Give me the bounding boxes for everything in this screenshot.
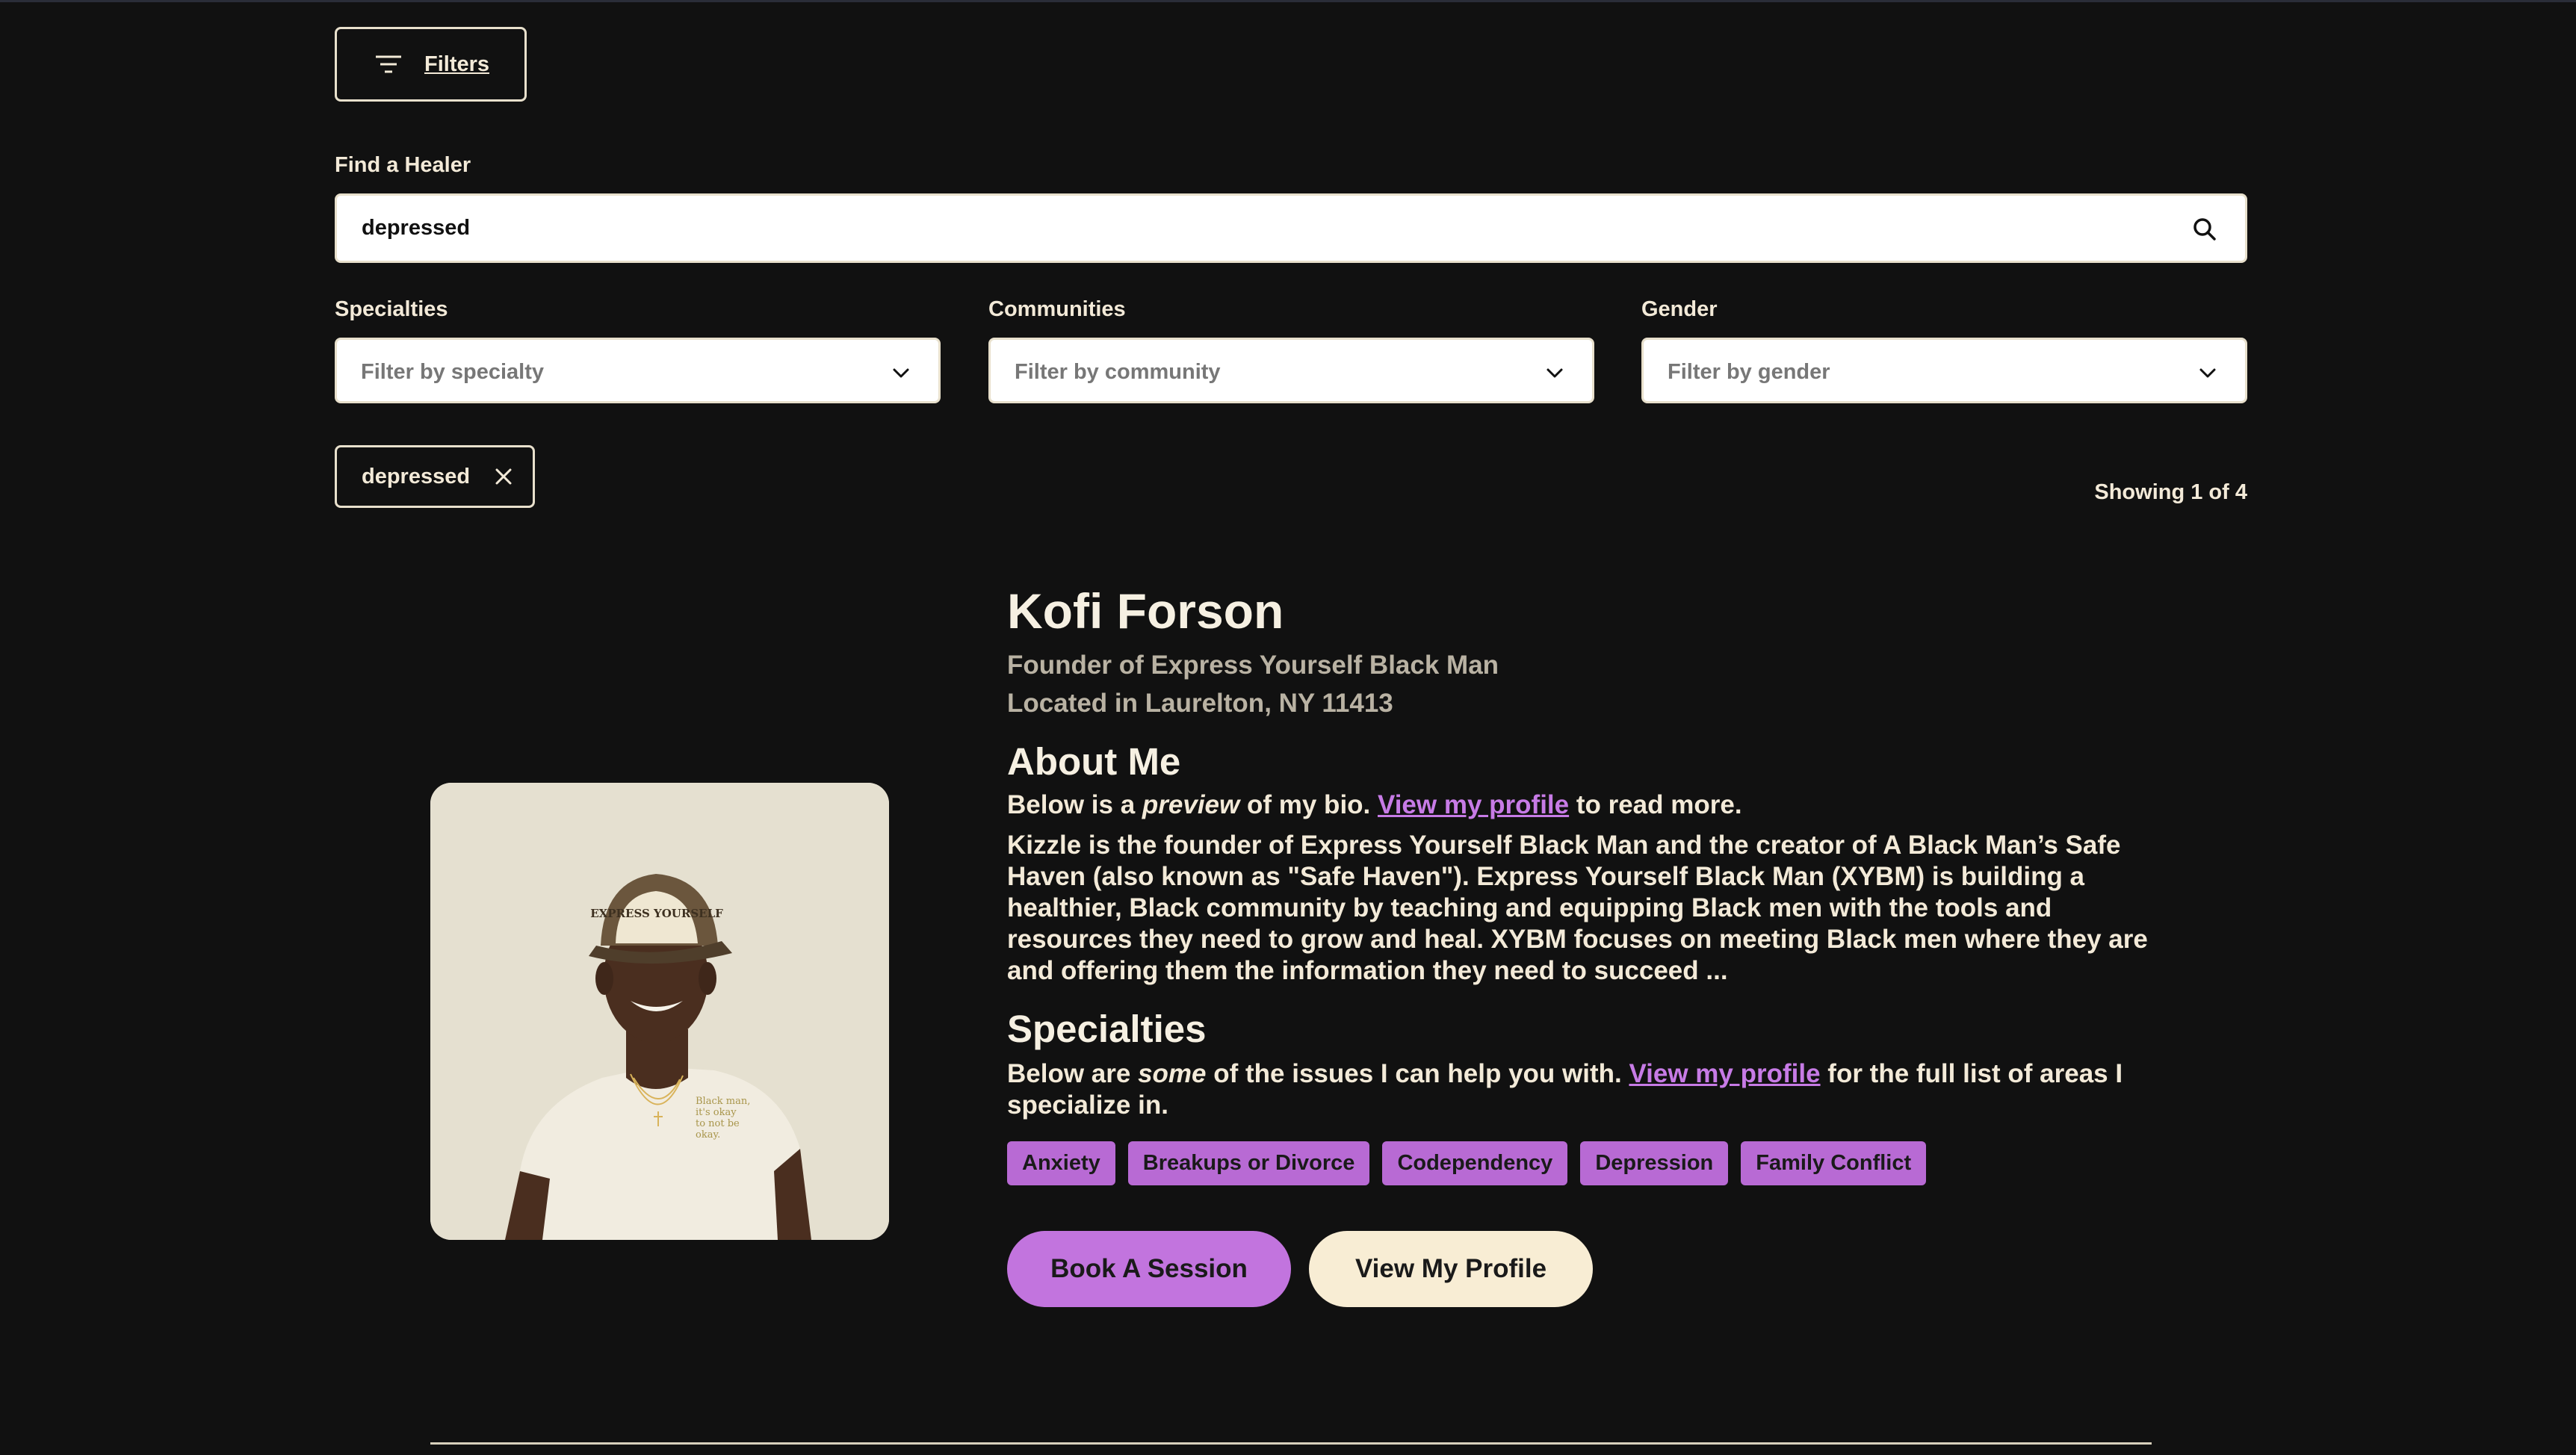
gender-select-placeholder: Filter by gender [1668,360,1830,384]
search-input[interactable] [362,196,2155,261]
healer-photo: EXPRESS YOURSELF Black man, it's okay to… [430,783,889,1240]
healer-location: Located in Laurelton, NY 11413 [1007,689,1393,718]
specialty-tag: Depression [1580,1141,1729,1185]
search-icon[interactable] [2191,216,2218,243]
specialty-tag: Family Conflict [1741,1141,1927,1185]
healer-title: Founder of Express Yourself Black Man [1007,651,1499,680]
community-select[interactable]: Filter by community [988,338,1594,403]
about-intro-text-2: of my bio. [1239,790,1378,819]
specialty-select-placeholder: Filter by specialty [361,360,544,384]
gender-label: Gender [1641,297,1718,321]
about-intro-text: Below is a [1007,790,1142,819]
specialties-heading: Specialties [1007,1008,1207,1050]
chevron-down-icon [1546,368,1563,378]
profile-actions: Book A Session View My Profile [1007,1231,2173,1307]
view-profile-button[interactable]: View My Profile [1309,1231,1593,1307]
result-divider [430,1442,2152,1445]
specialty-tag: Codependency [1382,1141,1568,1185]
hat-logo-text: EXPRESS YOURSELF [590,907,723,920]
portrait-illustration: EXPRESS YOURSELF Black man, it's okay to… [430,783,889,1240]
specialties-intro: Below are some of the issues I can help … [1007,1058,2173,1121]
specialty-tag: Anxiety [1007,1141,1115,1185]
chevron-down-icon [893,368,909,378]
healer-bio: Kizzle is the founder of Express Yoursel… [1007,831,2148,985]
top-border [0,0,2576,2]
community-select-placeholder: Filter by community [1015,360,1221,384]
communities-label: Communities [988,297,1126,321]
about-intro: Below is a preview of my bio. View my pr… [1007,789,2173,821]
specialty-tag: Breakups or Divorce [1127,1141,1370,1185]
filters-button-label: Filters [424,52,490,76]
book-session-button[interactable]: Book A Session [1007,1231,1291,1307]
about-heading: About Me [1007,740,1181,783]
spec-intro-text: Below are [1007,1059,1139,1088]
gender-select[interactable]: Filter by gender [1641,338,2247,403]
filter-lines-icon [375,55,401,73]
view-profile-link-2[interactable]: View my profile [1629,1059,1820,1088]
search-field[interactable] [335,193,2247,263]
healer-name: Kofi Forson [1007,583,1284,639]
specialty-tags: Anxiety Breakups or Divorce Codependency… [1007,1141,2173,1185]
filters-button[interactable]: Filters [335,27,527,102]
active-filter-chip: depressed [335,445,535,508]
view-profile-link[interactable]: View my profile [1378,790,1569,819]
specialty-select[interactable]: Filter by specialty [335,338,941,403]
spec-intro-emphasis: some [1138,1059,1207,1088]
about-intro-text-3: to read more. [1569,790,1742,819]
specialties-label: Specialties [335,297,448,321]
search-label: Find a Healer [335,153,471,177]
chip-label: depressed [362,464,471,488]
spec-intro-text-2: of the issues I can help you with. [1206,1059,1629,1088]
results-count: Showing 1 of 4 [2094,480,2247,504]
chevron-down-icon [2199,368,2216,378]
about-intro-emphasis: preview [1142,790,1240,819]
close-icon[interactable] [492,465,515,488]
healer-profile: Kofi Forson Founder of Express Yourself … [1007,579,2173,1307]
